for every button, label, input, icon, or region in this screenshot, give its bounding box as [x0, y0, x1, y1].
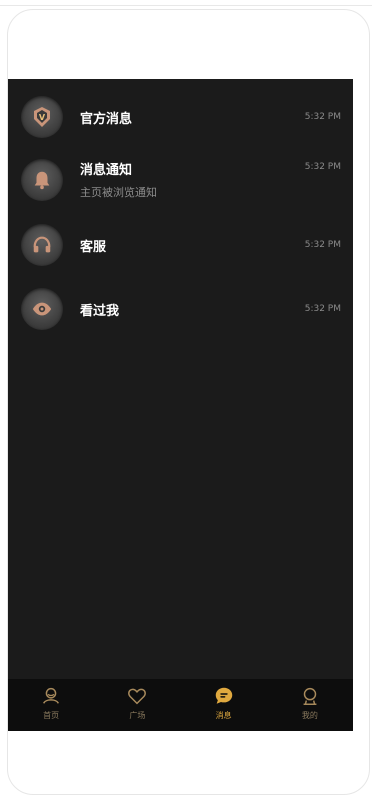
tab-label: 广场: [129, 711, 146, 720]
official-shield-icon: V: [34, 107, 50, 127]
message-time: 5:32 PM: [304, 304, 341, 314]
message-time: 5:32 PM: [304, 240, 341, 250]
message-title: 客服: [80, 240, 107, 255]
bottom-tab-bar: 首页 广场 消息 我的: [8, 679, 353, 731]
tab-label: 首页: [43, 711, 60, 720]
message-row-official[interactable]: V 官方消息 5:32 PM: [8, 88, 353, 146]
tab-home[interactable]: 首页: [8, 679, 94, 731]
message-title: 消息通知: [80, 163, 133, 178]
message-title: 看过我: [80, 304, 120, 319]
message-row-notification[interactable]: 消息通知 主页被浏览通知 5:32 PM: [8, 151, 353, 209]
message-subtitle: 主页被浏览通知: [80, 186, 157, 199]
profile-icon: [303, 687, 317, 705]
tab-label: 消息: [215, 711, 232, 720]
home-person-icon: [43, 687, 60, 704]
message-bubble-icon: [215, 687, 232, 704]
eye-icon: [32, 302, 52, 316]
customer-service-avatar: [21, 224, 63, 266]
tab-mine[interactable]: 我的: [267, 679, 353, 731]
message-row-viewed-me[interactable]: 看过我 5:32 PM: [8, 280, 353, 338]
official-avatar: V: [21, 96, 63, 138]
heart-icon: [128, 688, 147, 705]
tab-messages[interactable]: 消息: [181, 679, 267, 731]
bell-icon: [34, 171, 50, 190]
message-title: 官方消息: [80, 112, 133, 127]
viewed-me-avatar: [21, 288, 63, 330]
message-row-customer-service[interactable]: 客服 5:32 PM: [8, 216, 353, 274]
message-time: 5:32 PM: [304, 112, 341, 122]
svg-text:V: V: [39, 113, 46, 122]
tab-label: 我的: [301, 711, 318, 720]
message-list-screen: V 官方消息 5:32 PM 消息通知 主页被浏览通知 5:32 PM 客服 5…: [8, 79, 353, 731]
notification-avatar: [21, 159, 63, 201]
message-time: 5:32 PM: [304, 162, 341, 172]
tab-square[interactable]: 广场: [94, 679, 180, 731]
headset-icon: [33, 236, 51, 253]
top-divider: [0, 5, 372, 6]
